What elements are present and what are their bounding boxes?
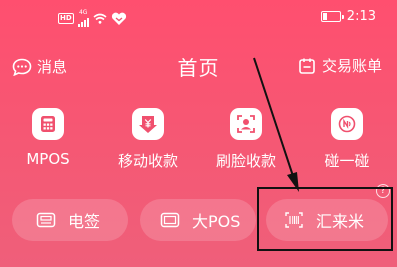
pos-terminal-icon: [36, 212, 56, 228]
quick-action-label: 刷脸收款: [215, 152, 276, 170]
pos-device-icon: [160, 212, 180, 228]
bills-label: 交易账单: [321, 57, 382, 75]
app-notification-icon: [111, 12, 126, 25]
service-label: 电签: [68, 212, 101, 231]
quick-action-mobile-payment[interactable]: 移动收款: [103, 108, 193, 171]
clock: 2:13: [346, 9, 376, 24]
annotation-highlight-box: [257, 187, 393, 251]
quick-action-face-payment[interactable]: 刷脸收款: [201, 108, 291, 171]
hd-badge: HD: [58, 13, 74, 24]
nfc-icon: [331, 108, 363, 140]
top-nav: 消息 首页 交易账单: [0, 48, 397, 88]
wifi-icon: [93, 13, 107, 24]
status-right: 2:13: [320, 9, 376, 24]
quick-action-mpos[interactable]: MPOS: [3, 108, 93, 168]
status-bar: HD 4G 2:13: [0, 0, 397, 34]
battery-icon: [320, 11, 344, 22]
service-e-sign[interactable]: 电签: [12, 199, 128, 241]
transaction-bills-button[interactable]: 交易账单: [298, 55, 382, 76]
quick-action-tap-to-pay[interactable]: 碰一碰: [302, 108, 392, 171]
quick-action-label: 移动收款: [117, 152, 178, 170]
service-big-pos[interactable]: 大POS: [140, 199, 256, 241]
yuan-download-icon: [132, 108, 164, 140]
quick-action-label: 碰一碰: [324, 152, 370, 170]
face-scan-icon: [230, 108, 262, 140]
cellular-signal-icon: 4G: [77, 10, 89, 27]
calendar-bill-icon: [299, 58, 315, 74]
calculator-icon: [32, 108, 64, 140]
quick-action-label: MPOS: [26, 150, 70, 168]
status-left: HD 4G: [58, 10, 127, 27]
service-label: 大POS: [192, 212, 241, 231]
